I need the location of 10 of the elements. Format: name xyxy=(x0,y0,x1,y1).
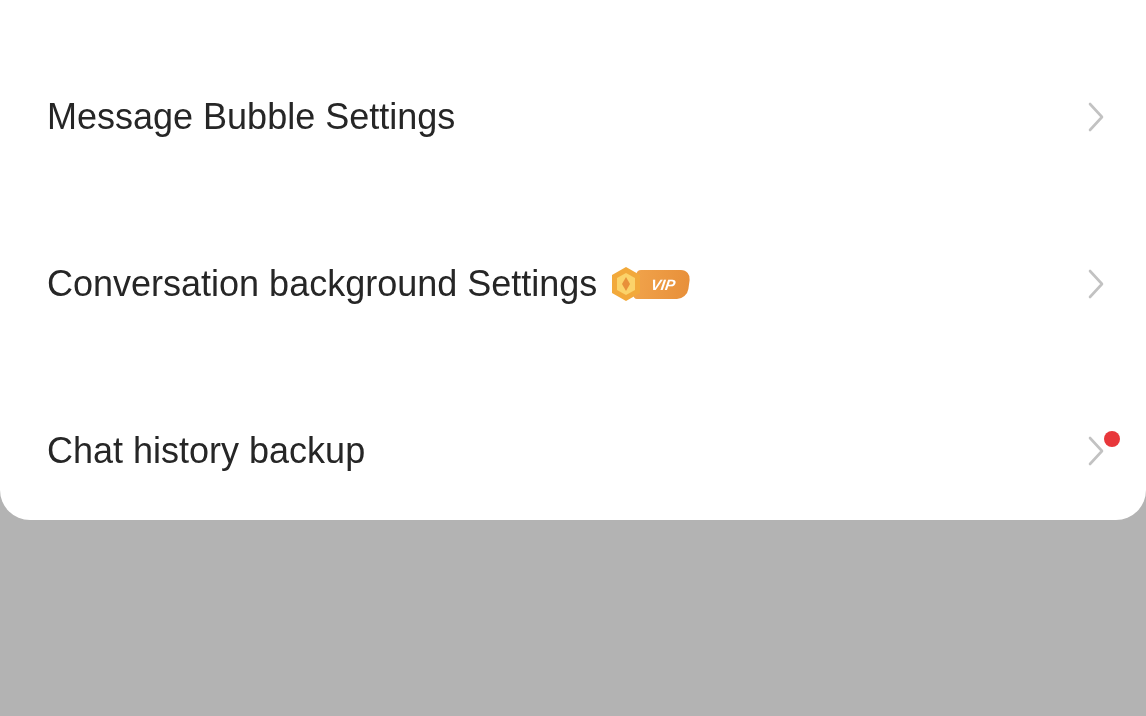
chevron-right-icon xyxy=(1087,435,1105,467)
chevron-right-icon xyxy=(1087,101,1105,133)
settings-item-label[interactable]: Conversation background Settings xyxy=(47,263,598,305)
settings-item-label[interactable]: Message Bubble Settings xyxy=(47,96,456,138)
settings-item[interactable]: Message Bubble Settings xyxy=(0,48,1146,186)
chevron-right-icon xyxy=(1087,268,1105,300)
settings-item-label[interactable]: Chat history backup xyxy=(47,430,366,472)
settings-item[interactable]: Chat history backup xyxy=(0,382,1146,520)
settings-item[interactable]: Conversation background Settings VIP xyxy=(0,215,1146,353)
vip-badge: VIP xyxy=(633,269,692,299)
